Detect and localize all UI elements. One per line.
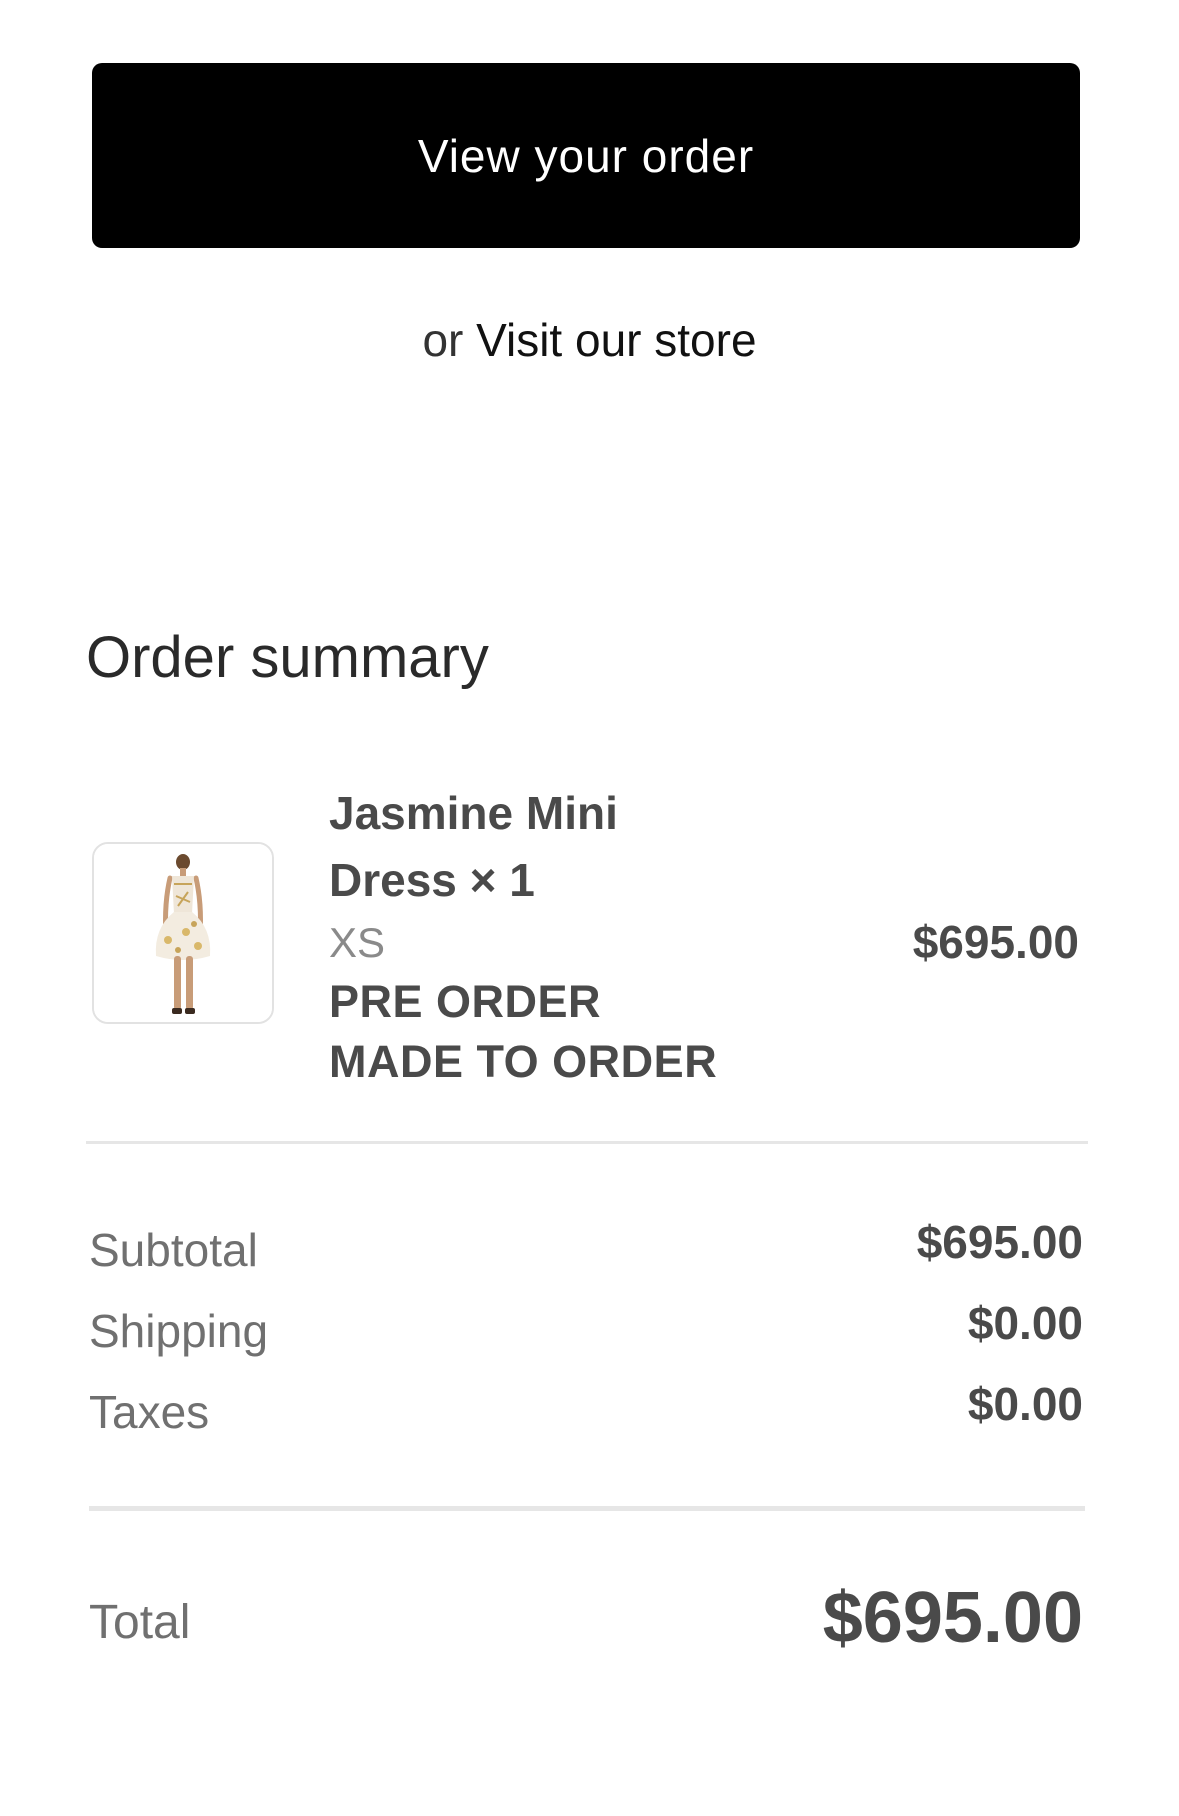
taxes-label: Taxes <box>89 1386 210 1438</box>
view-order-button-label: View your order <box>417 129 755 182</box>
subtotal-value: $695.00 <box>916 1216 1083 1268</box>
total-value: $695.00 <box>822 1578 1083 1658</box>
divider <box>86 1141 1088 1144</box>
product-variant: XS <box>329 919 386 966</box>
view-order-button[interactable]: View your order <box>92 63 1080 248</box>
subtotal-row: Subtotal $695.00 <box>89 1215 1083 1285</box>
product-thumbnail <box>92 842 274 1024</box>
order-confirmation-page: View your order or Visit our store Order… <box>0 0 1179 1816</box>
product-info: Jasmine Mini Dress × 1 XS PRE ORDER MADE… <box>329 780 789 1092</box>
shipping-value: $0.00 <box>967 1297 1083 1349</box>
order-summary-title: Order summary <box>86 625 489 690</box>
product-name-line1: Jasmine Mini <box>329 787 618 839</box>
total-label: Total <box>89 1596 191 1649</box>
shipping-row: Shipping $0.00 <box>89 1296 1083 1366</box>
subtotal-label: Subtotal <box>89 1224 258 1276</box>
visit-store-line: or Visit our store <box>0 305 1179 375</box>
visit-store-link[interactable]: Visit our store <box>476 314 756 366</box>
product-price: $695.00 <box>912 916 1079 968</box>
or-text: or <box>422 314 464 366</box>
taxes-value: $0.00 <box>967 1378 1083 1430</box>
dress-product-image <box>94 844 272 1022</box>
taxes-row: Taxes $0.00 <box>89 1377 1083 1447</box>
product-property: MADE TO ORDER <box>329 1036 718 1087</box>
shipping-label: Shipping <box>89 1305 269 1357</box>
product-property: PRE ORDER <box>329 976 602 1027</box>
divider <box>89 1506 1085 1511</box>
product-name-line2: Dress × 1 <box>329 854 535 906</box>
